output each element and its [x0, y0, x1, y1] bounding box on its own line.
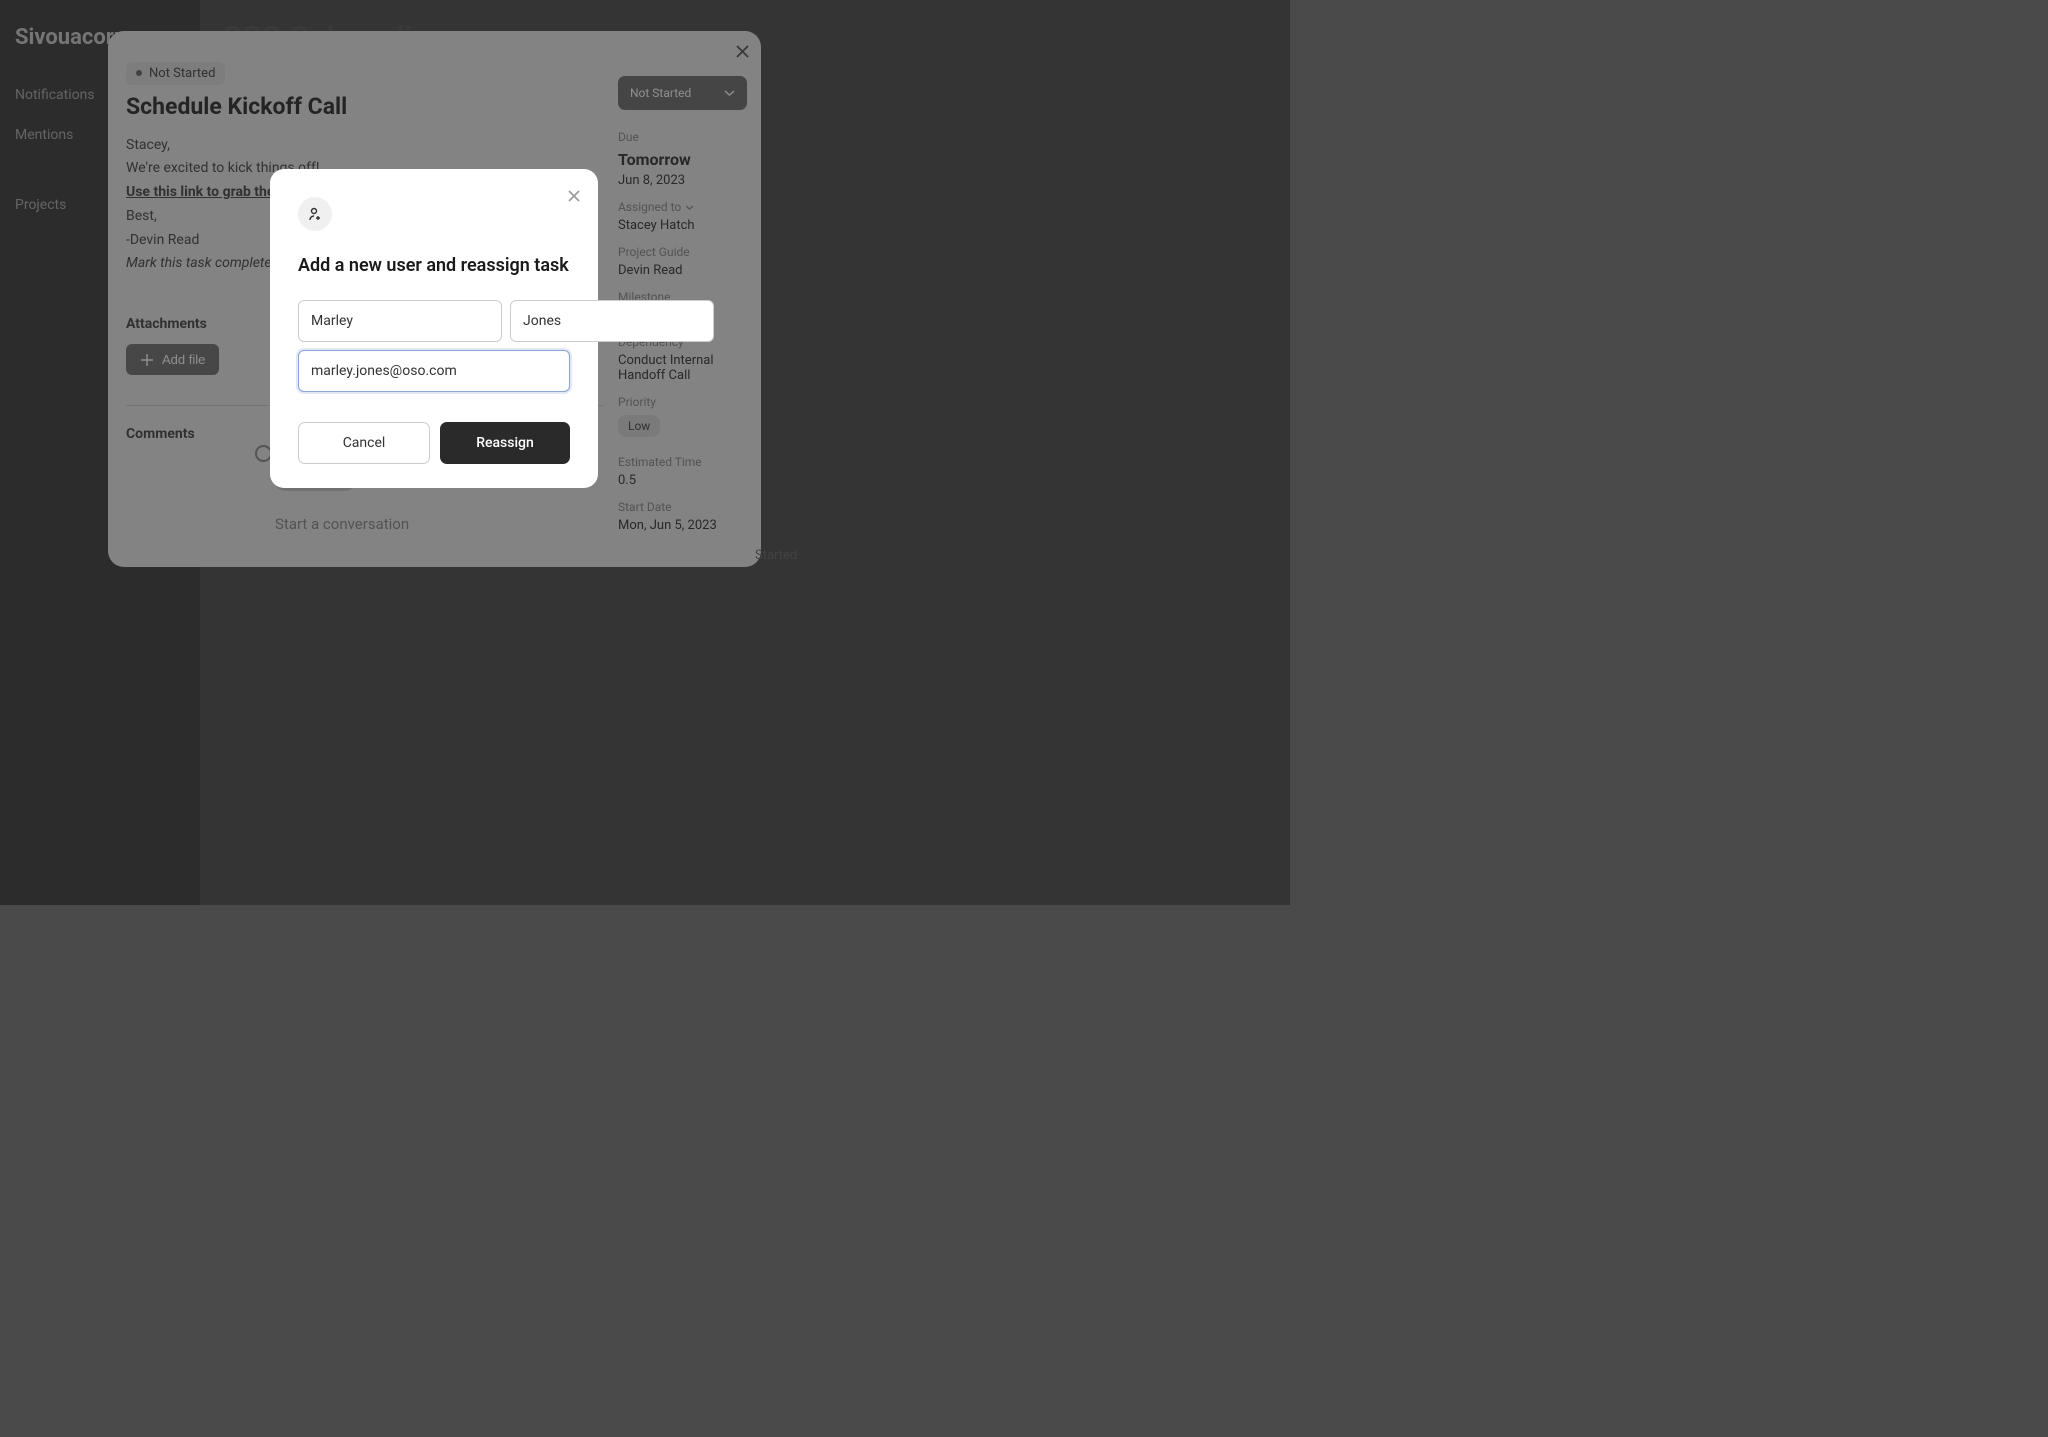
modal-title: Add a new user and reassign task	[298, 255, 570, 276]
email-input[interactable]	[298, 350, 570, 392]
modal-overlay	[0, 0, 1290, 905]
reassign-modal: Add a new user and reassign task Cancel …	[270, 169, 598, 488]
firstname-input[interactable]	[298, 300, 502, 342]
close-icon[interactable]	[568, 187, 580, 206]
user-add-icon	[298, 197, 332, 231]
reassign-button[interactable]: Reassign	[440, 422, 570, 464]
lastname-input[interactable]	[510, 300, 714, 342]
cancel-button[interactable]: Cancel	[298, 422, 430, 464]
